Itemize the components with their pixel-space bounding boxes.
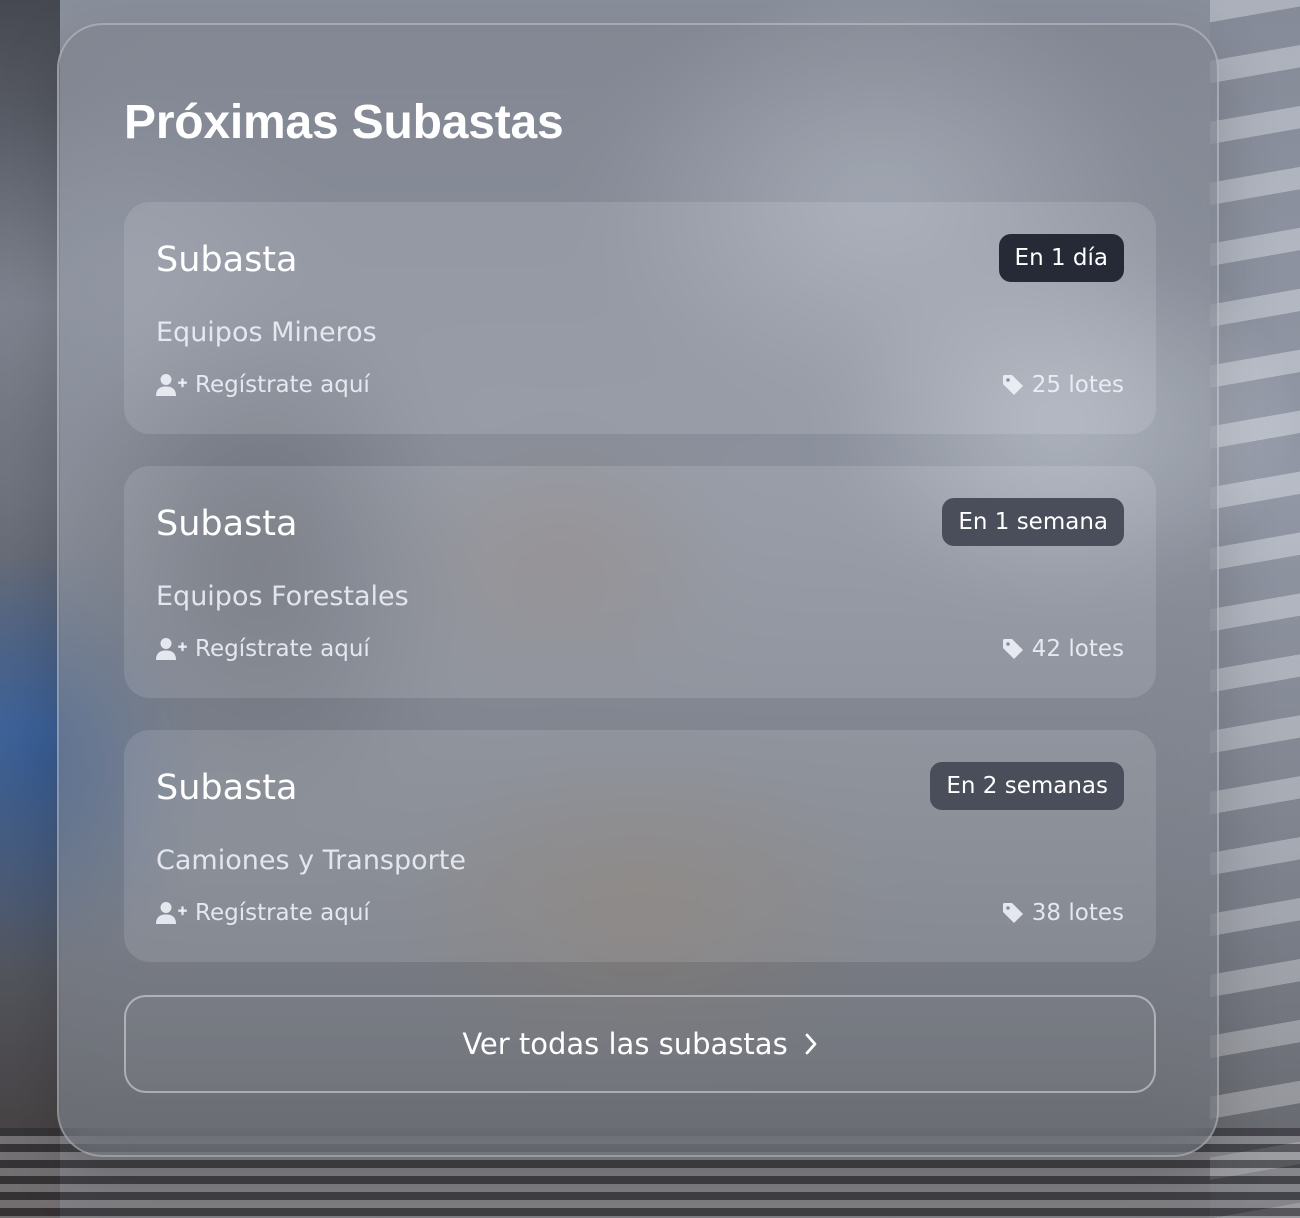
chevron-right-icon [804, 1032, 818, 1056]
auction-category: Equipos Forestales [156, 581, 409, 612]
register-label: Regístrate aquí [195, 900, 370, 926]
view-all-auctions-button[interactable]: Ver todas las subastas [124, 995, 1156, 1093]
lots-count: 38 lotes [1002, 900, 1124, 926]
lots-label: 25 lotes [1031, 372, 1124, 398]
auction-category: Equipos Mineros [156, 317, 377, 348]
lots-count: 25 lotes [1002, 372, 1124, 398]
tag-icon [1002, 374, 1024, 396]
auction-time-badge: En 2 semanas [930, 762, 1124, 810]
tag-icon [1002, 902, 1024, 924]
auction-time-badge: En 1 día [998, 234, 1124, 282]
auction-card[interactable]: Subasta En 1 semana Equipos Forestales R… [124, 466, 1156, 698]
auction-title: Subasta [156, 504, 298, 544]
register-link[interactable]: Regístrate aquí [156, 372, 370, 398]
background-left-strip [0, 0, 60, 1218]
auction-time-badge: En 1 semana [942, 498, 1124, 546]
view-all-label: Ver todas las subastas [462, 1027, 788, 1061]
background-right-lines [1210, 0, 1300, 1218]
lots-count: 42 lotes [1002, 636, 1124, 662]
panel-title: Próximas Subastas [124, 96, 564, 149]
upcoming-auctions-panel: Próximas Subastas Subasta En 1 día Equip… [57, 23, 1219, 1157]
lots-label: 38 lotes [1031, 900, 1124, 926]
register-label: Regístrate aquí [195, 372, 370, 398]
user-plus-icon [156, 637, 187, 661]
auction-card[interactable]: Subasta En 2 semanas Camiones y Transpor… [124, 730, 1156, 962]
auction-card[interactable]: Subasta En 1 día Equipos Mineros Regístr… [124, 202, 1156, 434]
register-link[interactable]: Regístrate aquí [156, 900, 370, 926]
user-plus-icon [156, 373, 187, 397]
tag-icon [1002, 638, 1024, 660]
auction-category: Camiones y Transporte [156, 845, 466, 876]
user-plus-icon [156, 901, 187, 925]
auction-title: Subasta [156, 240, 298, 280]
auction-title: Subasta [156, 768, 298, 808]
lots-label: 42 lotes [1031, 636, 1124, 662]
register-link[interactable]: Regístrate aquí [156, 636, 370, 662]
register-label: Regístrate aquí [195, 636, 370, 662]
